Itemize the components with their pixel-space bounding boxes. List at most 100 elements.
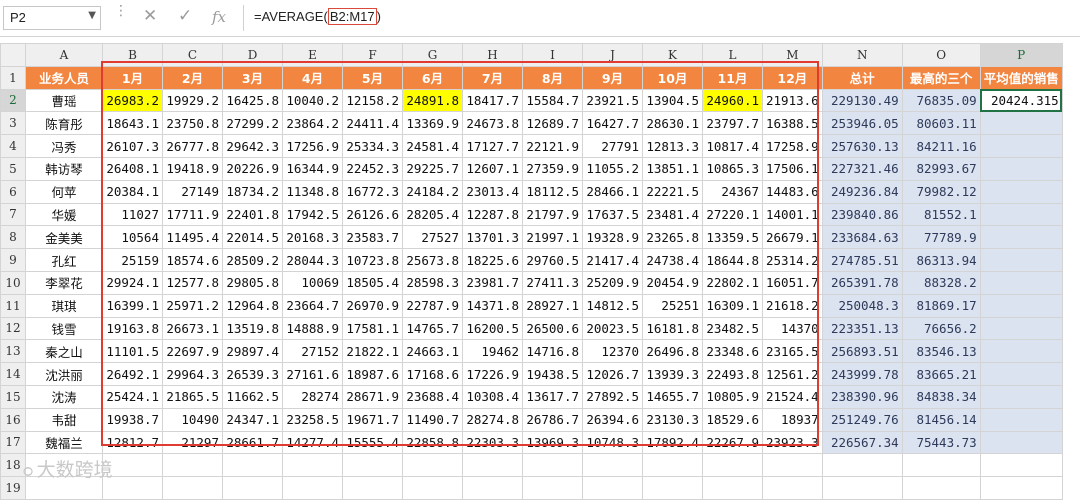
header-cell[interactable]: 最高的三个	[901, 65, 981, 90]
month-value-cell[interactable]: 16200.5	[462, 316, 523, 341]
formula-input[interactable]: =AVERAGE(B2:M17)	[254, 8, 381, 25]
month-value-cell[interactable]: 17637.5	[582, 202, 643, 227]
chevron-down-icon[interactable]: ▼	[88, 10, 96, 21]
empty-cell[interactable]	[821, 453, 903, 478]
month-value-cell[interactable]: 27149	[162, 179, 223, 204]
month-value-cell[interactable]: 10308.4	[462, 384, 523, 409]
header-cell[interactable]: 1月	[102, 65, 163, 90]
month-value-cell[interactable]: 24367	[702, 179, 763, 204]
month-value-cell[interactable]: 14483.6	[762, 179, 823, 204]
month-value-cell[interactable]: 23583.7	[342, 225, 403, 250]
month-value-cell[interactable]: 13904.5	[642, 88, 703, 113]
month-value-cell[interactable]: 28630.1	[642, 111, 703, 136]
month-value-cell[interactable]: 29225.7	[402, 156, 463, 181]
month-value-cell[interactable]: 21797.9	[522, 202, 583, 227]
month-value-cell[interactable]: 26408.1	[102, 156, 163, 181]
month-value-cell[interactable]: 22221.5	[642, 179, 703, 204]
month-value-cell[interactable]: 22802.1	[702, 270, 763, 295]
month-value-cell[interactable]: 23265.8	[642, 225, 703, 250]
month-value-cell[interactable]: 22858.8	[402, 430, 463, 455]
month-value-cell[interactable]: 16344.9	[282, 156, 343, 181]
month-value-cell[interactable]: 18643.1	[102, 111, 163, 136]
empty-cell[interactable]	[762, 453, 823, 478]
month-value-cell[interactable]: 23348.6	[702, 339, 763, 364]
month-value-cell[interactable]: 13519.8	[222, 316, 283, 341]
month-value-cell[interactable]: 25159	[102, 248, 163, 272]
month-value-cell[interactable]: 18112.5	[522, 179, 583, 204]
top3-cell[interactable]: 84211.16	[901, 134, 981, 158]
month-value-cell[interactable]: 24411.4	[342, 111, 403, 136]
total-cell[interactable]: 223351.13	[821, 316, 903, 341]
column-header-j[interactable]: J	[582, 43, 643, 67]
empty-cell[interactable]	[162, 453, 223, 478]
month-value-cell[interactable]: 24960.1	[702, 88, 763, 113]
month-value-cell[interactable]: 13617.7	[522, 384, 583, 409]
empty-cell[interactable]	[762, 476, 823, 500]
month-value-cell[interactable]: 14655.7	[642, 384, 703, 409]
month-value-cell[interactable]: 11495.4	[162, 225, 223, 250]
month-value-cell[interactable]: 10817.4	[702, 134, 763, 158]
month-value-cell[interactable]: 27359.9	[522, 156, 583, 181]
total-cell[interactable]: 229130.49	[821, 88, 903, 113]
total-cell[interactable]: 253946.05	[821, 111, 903, 136]
empty-cell[interactable]	[462, 476, 523, 500]
month-value-cell[interactable]: 23482.5	[702, 316, 763, 341]
salesperson-cell[interactable]: 魏福兰	[25, 430, 103, 455]
header-cell[interactable]: 3月	[222, 65, 283, 90]
month-value-cell[interactable]: 24347.1	[222, 407, 283, 432]
header-cell[interactable]: 5月	[342, 65, 403, 90]
month-value-cell[interactable]: 28671.9	[342, 384, 403, 409]
column-header-o[interactable]: O	[901, 43, 981, 67]
month-value-cell[interactable]: 20454.9	[642, 270, 703, 295]
average-cell[interactable]	[979, 384, 1063, 409]
column-header-k[interactable]: K	[642, 43, 703, 67]
average-cell[interactable]	[979, 293, 1063, 318]
month-value-cell[interactable]: 18225.6	[462, 248, 523, 272]
month-value-cell[interactable]: 23013.4	[462, 179, 523, 204]
month-value-cell[interactable]: 23797.7	[702, 111, 763, 136]
month-value-cell[interactable]: 22303.3	[462, 430, 523, 455]
month-value-cell[interactable]: 10723.8	[342, 248, 403, 272]
total-cell[interactable]: 256893.51	[821, 339, 903, 364]
salesperson-cell[interactable]: 秦之山	[25, 339, 103, 364]
month-value-cell[interactable]: 14001.1	[762, 202, 823, 227]
row-header[interactable]: 13	[0, 339, 26, 364]
month-value-cell[interactable]: 15555.4	[342, 430, 403, 455]
cancel-icon[interactable]: ✕	[143, 6, 157, 26]
average-cell[interactable]: 20424.315	[979, 88, 1063, 113]
month-value-cell[interactable]: 21417.4	[582, 248, 643, 272]
header-cell[interactable]: 总计	[821, 65, 903, 90]
month-value-cell[interactable]: 17581.1	[342, 316, 403, 341]
month-value-cell[interactable]: 24581.4	[402, 134, 463, 158]
month-value-cell[interactable]: 11101.5	[102, 339, 163, 364]
top3-cell[interactable]: 82993.67	[901, 156, 981, 181]
month-value-cell[interactable]: 17942.5	[282, 202, 343, 227]
month-value-cell[interactable]: 22697.9	[162, 339, 223, 364]
row-header[interactable]: 9	[0, 248, 26, 272]
column-header-a[interactable]: A	[25, 43, 103, 67]
month-value-cell[interactable]: 18574.6	[162, 248, 223, 272]
average-cell[interactable]	[979, 270, 1063, 295]
column-header-c[interactable]: C	[162, 43, 223, 67]
column-header-e[interactable]: E	[282, 43, 343, 67]
empty-cell[interactable]	[222, 453, 283, 478]
month-value-cell[interactable]: 14716.8	[522, 339, 583, 364]
month-value-cell[interactable]: 22121.9	[522, 134, 583, 158]
month-value-cell[interactable]: 14277.4	[282, 430, 343, 455]
month-value-cell[interactable]: 14812.5	[582, 293, 643, 318]
month-value-cell[interactable]: 26786.7	[522, 407, 583, 432]
column-header-h[interactable]: H	[462, 43, 523, 67]
row-header-1[interactable]: 1	[0, 65, 26, 90]
top3-cell[interactable]: 81869.17	[901, 293, 981, 318]
top3-cell[interactable]: 76835.09	[901, 88, 981, 113]
month-value-cell[interactable]: 29964.3	[162, 362, 223, 386]
month-value-cell[interactable]: 11055.2	[582, 156, 643, 181]
row-header[interactable]: 17	[0, 430, 26, 455]
empty-cell[interactable]	[702, 453, 763, 478]
month-value-cell[interactable]: 25673.8	[402, 248, 463, 272]
average-cell[interactable]	[979, 179, 1063, 204]
total-cell[interactable]: 251249.76	[821, 407, 903, 432]
column-header-b[interactable]: B	[102, 43, 163, 67]
month-value-cell[interactable]: 27527	[402, 225, 463, 250]
month-value-cell[interactable]: 11662.5	[222, 384, 283, 409]
